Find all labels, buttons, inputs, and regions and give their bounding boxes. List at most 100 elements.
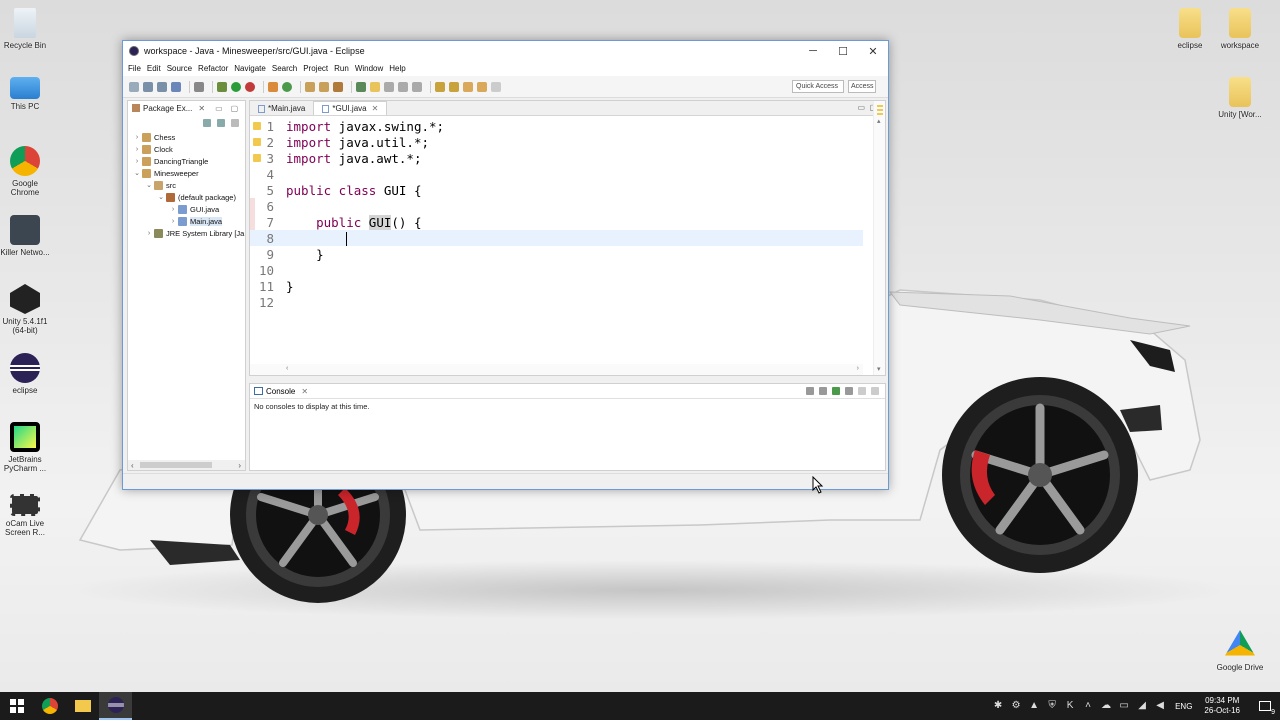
save-all-icon[interactable]: [157, 81, 167, 92]
warning-marker[interactable]: [877, 105, 883, 107]
scroll-right-icon[interactable]: ›: [238, 461, 241, 470]
tree-expand-icon[interactable]: ›: [132, 158, 142, 165]
tree-item[interactable]: › JRE System Library [Ja: [128, 227, 245, 239]
quick-access-secondary[interactable]: Access: [848, 80, 876, 93]
view-menu-icon[interactable]: [231, 119, 239, 127]
view-menu-icon[interactable]: [845, 387, 853, 395]
scroll-left-icon[interactable]: ‹: [131, 461, 134, 470]
tree-expand-icon[interactable]: ›: [144, 230, 154, 237]
skip-breakpoints-icon[interactable]: [194, 81, 204, 92]
battery-icon[interactable]: ▭: [1118, 700, 1130, 712]
minimize-button[interactable]: ─: [798, 41, 828, 61]
code-line[interactable]: 3 import java.awt.*;: [250, 150, 863, 166]
tree-expand-icon[interactable]: ›: [168, 218, 178, 225]
previous-annotation-icon[interactable]: [449, 81, 459, 92]
settings-icon[interactable]: ⚙: [1010, 700, 1022, 712]
code-line[interactable]: 1 import javax.swing.*;: [250, 118, 863, 134]
block-selection-icon[interactable]: [398, 81, 408, 92]
tab-gui-java[interactable]: *GUI.java ✕: [313, 101, 388, 115]
package-explorer-hscroll[interactable]: ‹ ›: [128, 460, 245, 470]
close-icon[interactable]: ✕: [198, 104, 205, 113]
forward-icon[interactable]: [491, 81, 501, 92]
warning-marker[interactable]: [877, 109, 883, 111]
console-tab[interactable]: Console ✕: [250, 384, 885, 399]
maximize-button[interactable]: ☐: [828, 41, 858, 61]
tree-item[interactable]: › Chess: [128, 131, 245, 143]
tree-item[interactable]: ⌄ (default package): [128, 191, 245, 203]
show-hidden-icons-icon[interactable]: ˄: [1082, 700, 1094, 712]
code-line[interactable]: 11}: [250, 278, 863, 294]
tree-item[interactable]: ⌄ Minesweeper: [128, 167, 245, 179]
search-icon[interactable]: [333, 81, 343, 92]
tree-expand-icon[interactable]: ›: [168, 206, 178, 213]
desktop-icon-workspace-folder[interactable]: workspace: [1212, 8, 1268, 50]
tree-item[interactable]: › DancingTriangle: [128, 155, 245, 167]
new-java-project-icon[interactable]: [268, 81, 278, 92]
maximize-view-icon[interactable]: ▢: [231, 104, 239, 113]
warning-icon[interactable]: [253, 121, 261, 130]
tree-expand-icon[interactable]: ⌄: [156, 193, 166, 201]
tree-expand-icon[interactable]: ⌄: [144, 181, 154, 189]
close-button[interactable]: ✕: [858, 41, 888, 61]
tree-expand-icon[interactable]: ›: [132, 146, 142, 153]
scroll-up-icon[interactable]: ▴: [877, 117, 881, 125]
desktop-icon-chrome[interactable]: Google Chrome: [0, 146, 53, 197]
onedrive-icon[interactable]: ☁: [1100, 700, 1112, 712]
start-button[interactable]: [0, 692, 33, 720]
quick-access-input[interactable]: Quick Access: [792, 80, 844, 93]
print-icon[interactable]: [171, 81, 181, 92]
tree-item[interactable]: › Main.java: [128, 215, 245, 227]
code-line[interactable]: 8: [250, 230, 863, 246]
warning-icon[interactable]: [253, 153, 261, 162]
editor-hscroll[interactable]: ‹ ›: [250, 364, 863, 375]
link-with-editor-icon[interactable]: [217, 119, 225, 127]
word-wrap-icon[interactable]: [384, 81, 394, 92]
bluetooth-icon[interactable]: ✱: [992, 700, 1004, 712]
menu-navigate[interactable]: Navigate: [234, 64, 266, 73]
code-line[interactable]: 12: [250, 294, 863, 310]
desktop-icon-ocam[interactable]: oCam Live Screen R...: [0, 494, 53, 537]
close-icon[interactable]: ✕: [301, 387, 308, 396]
open-type-icon[interactable]: [305, 81, 315, 92]
scroll-right-icon[interactable]: ›: [857, 365, 859, 372]
external-tools-icon[interactable]: [245, 81, 255, 92]
open-task-icon[interactable]: [319, 81, 329, 92]
open-console-icon[interactable]: [832, 387, 840, 395]
menu-refactor[interactable]: Refactor: [198, 64, 228, 73]
code-line[interactable]: 5 public class GUI {: [250, 182, 863, 198]
desktop-icon-killer-network[interactable]: Killer Netwo...: [0, 215, 53, 257]
show-whitespace-icon[interactable]: [412, 81, 422, 92]
desktop-icon-eclipse-folder[interactable]: eclipse: [1162, 8, 1218, 50]
action-center-button[interactable]: 9: [1250, 692, 1280, 720]
code-line[interactable]: 10: [250, 262, 863, 278]
display-selected-console-icon[interactable]: [819, 387, 827, 395]
new-class-icon[interactable]: [282, 81, 292, 92]
menu-edit[interactable]: Edit: [147, 64, 161, 73]
taskbar-eclipse[interactable]: [99, 692, 132, 720]
warning-icon[interactable]: [253, 137, 261, 146]
desktop-icon-unity[interactable]: Unity 5.4.1f1 (64-bit): [0, 284, 53, 335]
minimize-view-icon[interactable]: [858, 387, 866, 395]
toggle-mark-occurrences-icon[interactable]: [370, 81, 380, 92]
maximize-view-icon[interactable]: [871, 387, 879, 395]
google-drive-icon[interactable]: ▲: [1028, 700, 1040, 712]
menu-file[interactable]: File: [128, 64, 141, 73]
menu-project[interactable]: Project: [303, 64, 328, 73]
scroll-down-icon[interactable]: ▾: [877, 365, 881, 373]
menu-run[interactable]: Run: [334, 64, 349, 73]
menu-search[interactable]: Search: [272, 64, 297, 73]
desktop-icon-google-drive[interactable]: Google Drive: [1212, 630, 1268, 672]
code-area[interactable]: 1 import javax.swing.*; 2 import java.util.…: [250, 118, 863, 363]
close-icon[interactable]: ✕: [372, 104, 379, 113]
taskbar-file-explorer[interactable]: [66, 692, 99, 720]
save-icon[interactable]: [143, 81, 153, 92]
volume-icon[interactable]: ◀: [1154, 700, 1166, 712]
desktop-icon-eclipse[interactable]: eclipse: [0, 353, 53, 395]
desktop-icon-pycharm[interactable]: JetBrains PyCharm ...: [0, 422, 53, 473]
back-icon[interactable]: [477, 81, 487, 92]
menu-source[interactable]: Source: [167, 64, 192, 73]
annotation-icon[interactable]: [356, 81, 366, 92]
last-edit-location-icon[interactable]: [463, 81, 473, 92]
tree-item[interactable]: › Clock: [128, 143, 245, 155]
window-titlebar[interactable]: workspace - Java - Minesweeper/src/GUI.j…: [123, 41, 888, 61]
